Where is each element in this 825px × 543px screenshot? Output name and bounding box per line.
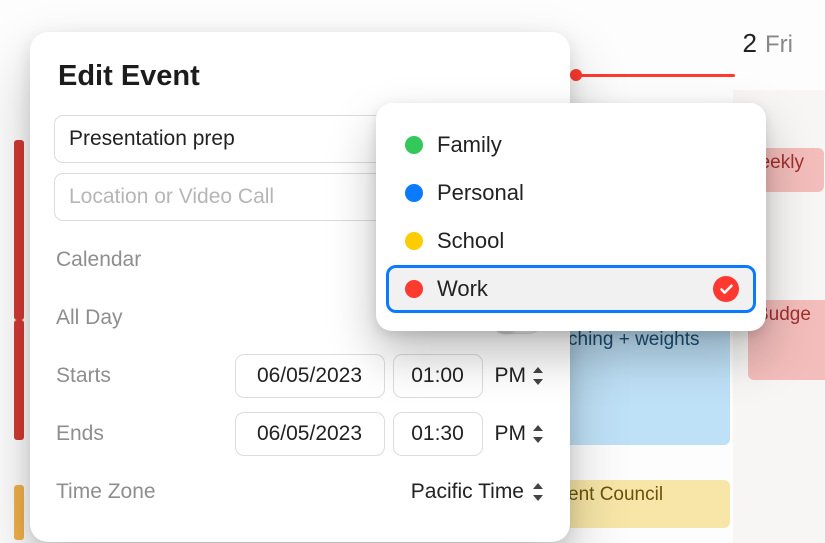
gutter-event-red-1 <box>14 140 24 320</box>
dropdown-item-label: Family <box>437 132 502 158</box>
calendar-color-dot <box>405 184 423 202</box>
current-time-dot <box>570 69 582 81</box>
calendar-dropdown[interactable]: Family Personal School Work <box>376 103 766 331</box>
ends-date-input[interactable]: 06/05/2023 <box>235 412 385 456</box>
calendar-label: Calendar <box>56 248 141 272</box>
day-number: 2 <box>743 28 757 59</box>
calendar-color-dot <box>405 232 423 250</box>
current-time-line <box>575 74 735 77</box>
starts-meridiem-value: PM <box>495 364 527 388</box>
time-zone-row: Time Zone Pacific Time <box>54 463 546 521</box>
time-zone-value: Pacific Time <box>411 480 524 504</box>
gutter-event-yellow <box>14 485 24 540</box>
dropdown-item-work[interactable]: Work <box>386 265 756 313</box>
day-header: 2 Fri <box>743 28 793 59</box>
starts-meridiem-select[interactable]: PM <box>491 364 545 388</box>
checkmark-icon <box>713 276 739 302</box>
calendar-color-dot <box>405 136 423 154</box>
gutter-event-red-2 <box>14 320 24 440</box>
bg-event-council[interactable]: ent Council <box>560 480 730 528</box>
calendar-color-dot <box>405 280 423 298</box>
dropdown-item-label: Personal <box>437 180 524 206</box>
dropdown-item-label: Work <box>437 276 488 302</box>
dropdown-item-label: School <box>437 228 504 254</box>
all-day-label: All Day <box>56 306 123 330</box>
starts-label: Starts <box>56 364 111 388</box>
ends-meridiem-value: PM <box>495 422 527 446</box>
ends-time-input[interactable]: 01:30 <box>393 412 483 456</box>
ends-label: Ends <box>56 422 104 446</box>
starts-date-input[interactable]: 06/05/2023 <box>235 354 385 398</box>
dropdown-item-family[interactable]: Family <box>386 121 756 169</box>
sort-icon <box>532 483 544 501</box>
panel-title: Edit Event <box>54 60 546 93</box>
time-zone-label: Time Zone <box>56 480 156 504</box>
sort-icon <box>532 367 544 385</box>
sort-icon <box>532 425 544 443</box>
dropdown-item-personal[interactable]: Personal <box>386 169 756 217</box>
starts-row: Starts 06/05/2023 01:00 PM <box>54 347 546 405</box>
starts-time-input[interactable]: 01:00 <box>393 354 483 398</box>
time-zone-select[interactable]: Pacific Time <box>411 480 544 504</box>
bg-event-stretching[interactable]: ching + weights <box>560 325 730 445</box>
day-name: Fri <box>765 31 793 59</box>
dropdown-item-school[interactable]: School <box>386 217 756 265</box>
ends-meridiem-select[interactable]: PM <box>491 422 545 446</box>
ends-row: Ends 06/05/2023 01:30 PM <box>54 405 546 463</box>
